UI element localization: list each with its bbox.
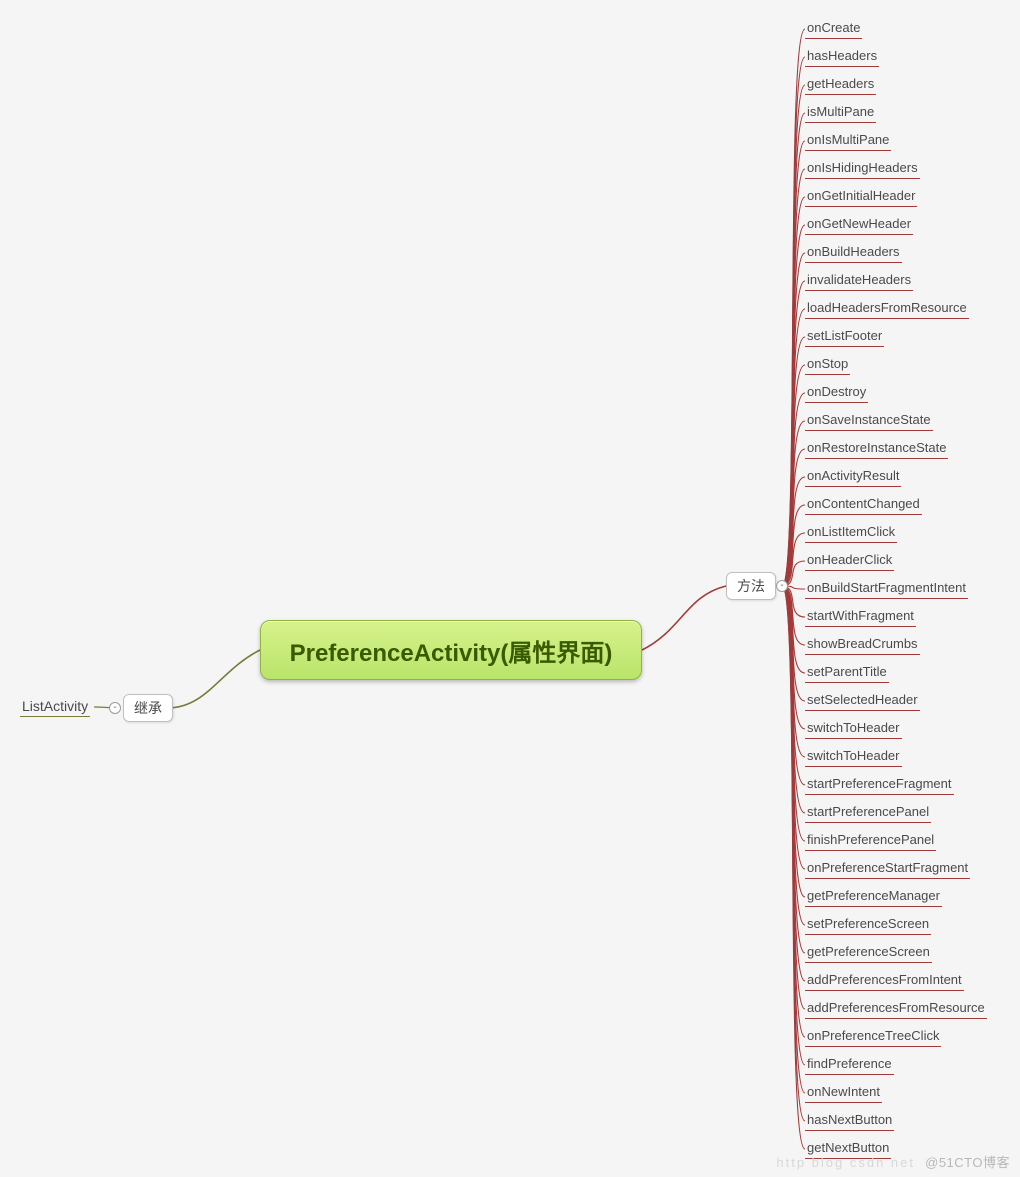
method-label: addPreferencesFromIntent [807,972,962,987]
method-label: hasNextButton [807,1112,892,1127]
method-label: onIsMultiPane [807,132,889,147]
method-leaf[interactable]: onListItemClick [805,524,897,543]
method-label: switchToHeader [807,720,900,735]
method-leaf[interactable]: addPreferencesFromIntent [805,972,964,991]
method-label: onBuildHeaders [807,244,900,259]
method-leaf[interactable]: onRestoreInstanceState [805,440,948,459]
methods-node-label: 方法 [737,578,765,594]
method-leaf[interactable]: addPreferencesFromResource [805,1000,987,1019]
method-leaf[interactable]: onIsMultiPane [805,132,891,151]
method-label: loadHeadersFromResource [807,300,967,315]
collapse-icon[interactable]: - [776,580,788,592]
inherit-leaf[interactable]: ListActivity [20,698,90,717]
method-label: hasHeaders [807,48,877,63]
method-label: isMultiPane [807,104,874,119]
root-node[interactable]: PreferenceActivity(属性界面) [260,620,642,680]
method-leaf[interactable]: setPreferenceScreen [805,916,931,935]
inherit-leaf-label: ListActivity [22,698,88,714]
method-leaf[interactable]: isMultiPane [805,104,876,123]
method-label: onListItemClick [807,524,895,539]
method-leaf[interactable]: onContentChanged [805,496,922,515]
method-label: onRestoreInstanceState [807,440,946,455]
method-label: onBuildStartFragmentIntent [807,580,966,595]
method-leaf[interactable]: startPreferenceFragment [805,776,954,795]
watermark-faint: http blog csdn net [776,1155,915,1170]
method-leaf[interactable]: onPreferenceTreeClick [805,1028,941,1047]
method-label: onStop [807,356,848,371]
method-label: switchToHeader [807,748,900,763]
collapse-icon[interactable]: - [109,702,121,714]
method-leaf[interactable]: getHeaders [805,76,876,95]
method-label: getHeaders [807,76,874,91]
method-leaf[interactable]: startPreferencePanel [805,804,931,823]
method-label: onActivityResult [807,468,899,483]
method-leaf[interactable]: onPreferenceStartFragment [805,860,970,879]
method-label: addPreferencesFromResource [807,1000,985,1015]
method-label: onContentChanged [807,496,920,511]
inherit-node[interactable]: 继承 [123,694,173,722]
method-leaf[interactable]: findPreference [805,1056,894,1075]
method-leaf[interactable]: setSelectedHeader [805,692,920,711]
method-label: showBreadCrumbs [807,636,918,651]
method-leaf[interactable]: onGetNewHeader [805,216,913,235]
method-label: getPreferenceManager [807,888,940,903]
method-leaf[interactable]: loadHeadersFromResource [805,300,969,319]
method-leaf[interactable]: getPreferenceScreen [805,944,932,963]
method-label: setSelectedHeader [807,692,918,707]
method-leaf[interactable]: hasHeaders [805,48,879,67]
method-leaf[interactable]: onBuildStartFragmentIntent [805,580,968,599]
method-leaf[interactable]: getPreferenceManager [805,888,942,907]
method-label: onDestroy [807,384,866,399]
method-leaf[interactable]: finishPreferencePanel [805,832,936,851]
method-leaf[interactable]: showBreadCrumbs [805,636,920,655]
root-label: PreferenceActivity(属性界面) [290,633,613,668]
method-leaf[interactable]: onBuildHeaders [805,244,902,263]
watermark: http blog csdn net @51CTO博客 [776,1152,1010,1171]
watermark-text: @51CTO博客 [925,1155,1010,1170]
method-label: onNewIntent [807,1084,880,1099]
method-leaf[interactable]: onIsHidingHeaders [805,160,920,179]
method-leaf[interactable]: onStop [805,356,850,375]
methods-node[interactable]: 方法 [726,572,776,600]
method-label: startWithFragment [807,608,914,623]
method-label: onSaveInstanceState [807,412,931,427]
method-leaf[interactable]: onGetInitialHeader [805,188,917,207]
method-leaf[interactable]: onCreate [805,20,862,39]
method-leaf[interactable]: onDestroy [805,384,868,403]
method-label: onHeaderClick [807,552,892,567]
method-leaf[interactable]: setListFooter [805,328,884,347]
method-label: findPreference [807,1056,892,1071]
method-leaf[interactable]: switchToHeader [805,720,902,739]
method-label: finishPreferencePanel [807,832,934,847]
method-leaf[interactable]: onHeaderClick [805,552,894,571]
method-leaf[interactable]: invalidateHeaders [805,272,913,291]
method-leaf[interactable]: setParentTitle [805,664,889,683]
method-label: startPreferenceFragment [807,776,952,791]
method-label: onPreferenceStartFragment [807,860,968,875]
method-leaf[interactable]: onSaveInstanceState [805,412,933,431]
method-label: onGetNewHeader [807,216,911,231]
method-label: setParentTitle [807,664,887,679]
method-label: onIsHidingHeaders [807,160,918,175]
method-label: onCreate [807,20,860,35]
method-leaf[interactable]: onNewIntent [805,1084,882,1103]
method-label: setPreferenceScreen [807,916,929,931]
method-label: onPreferenceTreeClick [807,1028,939,1043]
method-leaf[interactable]: hasNextButton [805,1112,894,1131]
method-label: getPreferenceScreen [807,944,930,959]
method-label: invalidateHeaders [807,272,911,287]
method-leaf[interactable]: switchToHeader [805,748,902,767]
method-label: onGetInitialHeader [807,188,915,203]
inherit-node-label: 继承 [134,700,162,716]
method-leaf[interactable]: onActivityResult [805,468,901,487]
method-label: setListFooter [807,328,882,343]
method-label: startPreferencePanel [807,804,929,819]
method-leaf[interactable]: startWithFragment [805,608,916,627]
